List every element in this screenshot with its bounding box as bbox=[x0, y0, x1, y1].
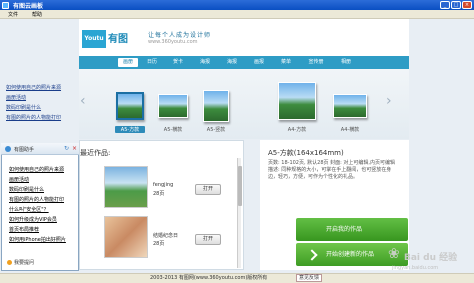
open-my-works-button[interactable]: 开启我的作品 bbox=[296, 218, 408, 241]
product-label-a5-landscape[interactable]: A5-横款 bbox=[158, 126, 188, 133]
product-label-a5-portrait[interactable]: A5-竖款 bbox=[201, 126, 231, 133]
tab-menu[interactable]: 菜单 bbox=[277, 58, 295, 67]
open-work-button[interactable]: 打开 bbox=[195, 234, 221, 245]
product-label-a4-square[interactable]: A4-方款 bbox=[282, 126, 312, 133]
faq-link[interactable]: 数码印刷是什么 bbox=[9, 186, 44, 193]
faq-link[interactable]: 画册活动 bbox=[6, 94, 26, 101]
tab-poster[interactable]: 海报 bbox=[196, 58, 214, 67]
tab-album[interactable]: 画册 bbox=[118, 58, 138, 67]
faq-link[interactable]: 数码印刷是什么 bbox=[6, 104, 41, 111]
window-title: 有图云画板 bbox=[13, 2, 44, 10]
product-label-a4-landscape[interactable]: A4-横款 bbox=[335, 126, 365, 133]
helper-title: 有图助手 bbox=[14, 147, 35, 153]
faq-link[interactable]: 什么叫"安全区"？ bbox=[9, 206, 49, 213]
carousel-next-icon[interactable]: › bbox=[386, 93, 392, 109]
scroll-thumb[interactable] bbox=[238, 166, 242, 206]
carousel-prev-icon[interactable]: ‹ bbox=[80, 93, 86, 109]
tab-brochure[interactable]: 宣传册 bbox=[304, 58, 328, 67]
faq-link[interactable]: 如何升级成为VIP会员 bbox=[9, 216, 57, 223]
site-url: www.360youtu.com bbox=[148, 39, 198, 45]
tab-calendar[interactable]: 日历 bbox=[143, 58, 161, 67]
work-thumbnail[interactable] bbox=[104, 166, 148, 208]
work-name: fengjing bbox=[153, 182, 174, 188]
product-thumb-a4-square[interactable] bbox=[278, 82, 316, 120]
work-thumbnail[interactable] bbox=[104, 216, 148, 258]
faq-link[interactable]: 有图的照片的人物能打印 bbox=[6, 114, 61, 121]
tab-card[interactable]: 贺卡 bbox=[169, 58, 187, 67]
product-thumb-a4-landscape[interactable] bbox=[333, 94, 367, 118]
menu-bar: 文件 帮助 bbox=[0, 10, 474, 19]
question-icon bbox=[7, 260, 12, 265]
logo: Youtu bbox=[82, 30, 106, 48]
work-pages: 28页 bbox=[153, 241, 165, 247]
faq-link[interactable]: 如何使用自己的照片来源 bbox=[9, 166, 64, 173]
product-label-a5-square[interactable]: A5-方款 bbox=[115, 126, 145, 133]
faq-link[interactable]: 画册活动 bbox=[9, 176, 29, 183]
watermark-brand: Bai du 经验 bbox=[404, 253, 458, 263]
title-bar: 有图云画板 _ □ × bbox=[0, 0, 474, 10]
logo-cn: 有图 bbox=[108, 34, 128, 45]
refresh-icon[interactable]: ↻ bbox=[64, 145, 69, 152]
work-pages: 28页 bbox=[153, 191, 165, 197]
helper-header: 有图助手 ↻ × bbox=[1, 143, 79, 155]
faq-link[interactable]: 首页布局推荐 bbox=[9, 226, 39, 233]
recent-works-title: 最近作品: bbox=[80, 149, 111, 157]
close-icon[interactable]: × bbox=[72, 145, 77, 152]
faq-link[interactable]: 有图的照片的人物能打印 bbox=[9, 196, 64, 203]
work-name: 结婚纪念日 bbox=[153, 233, 179, 239]
baidu-paw-icon: ❀ bbox=[388, 246, 400, 262]
menu-help[interactable]: 帮助 bbox=[32, 11, 42, 18]
app-icon bbox=[2, 1, 9, 9]
maximize-button[interactable]: □ bbox=[451, 1, 461, 9]
menu-file[interactable]: 文件 bbox=[8, 11, 18, 18]
faq-link[interactable]: 如何使用自己的照片来源 bbox=[6, 84, 61, 91]
product-thumb-a5-landscape[interactable] bbox=[158, 94, 188, 118]
product-thumb-a5-portrait[interactable] bbox=[203, 90, 229, 122]
product-thumb-a5-square[interactable] bbox=[116, 92, 144, 120]
tab-poster-2[interactable]: 海报 bbox=[223, 58, 241, 67]
product-detail-title: A5-方款(164x164mm) bbox=[268, 149, 344, 157]
slogan: 让每个人成为设计师 bbox=[148, 32, 212, 39]
tab-pictorial[interactable]: 画报 bbox=[250, 58, 268, 67]
faq-link[interactable]: 如何用iPhone拍出好照片 bbox=[9, 236, 66, 243]
minimize-button[interactable]: _ bbox=[440, 1, 450, 9]
watermark-url: jingyan.baidu.com bbox=[392, 265, 439, 271]
open-work-button[interactable]: 打开 bbox=[195, 184, 221, 195]
copyright-text: 2003-2013 有图网(www.360youtu.com)版权所有 bbox=[150, 275, 268, 281]
ask-question-label: 我要提问 bbox=[14, 260, 35, 266]
ask-question-link[interactable]: 我要提问 bbox=[7, 259, 34, 266]
works-scrollbar[interactable] bbox=[237, 158, 242, 268]
tab-photo-album[interactable]: 相册 bbox=[337, 58, 355, 67]
helper-icon bbox=[5, 146, 11, 152]
product-detail-desc: 页数: 18-102页, 默认28页 封面: 对上可编辑,内页可编辑 描述: 同… bbox=[268, 160, 395, 180]
close-button[interactable]: × bbox=[462, 1, 472, 9]
feedback-button[interactable]: 意见反馈 bbox=[296, 274, 322, 282]
window-controls: _ □ × bbox=[440, 1, 472, 9]
